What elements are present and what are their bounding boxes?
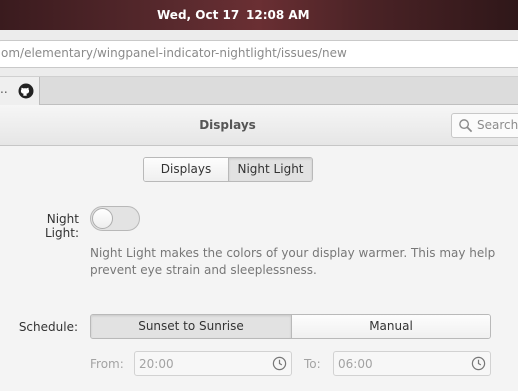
window-title: Displays: [199, 118, 256, 132]
github-icon: [18, 83, 34, 99]
browser-tab[interactable]: ..: [0, 77, 40, 105]
clock-icon: [471, 356, 486, 371]
from-label: From:: [90, 357, 124, 371]
panel-date[interactable]: Wed, Oct 17: [157, 8, 239, 22]
browser-toolbar: om/elementary/wingpanel-indicator-nightl…: [0, 30, 518, 77]
tab-strip: ..: [0, 77, 518, 105]
night-light-switch[interactable]: [90, 206, 140, 231]
panel-time[interactable]: 12:08 AM: [246, 8, 310, 22]
header-bar: Displays Search: [0, 105, 518, 146]
address-bar[interactable]: om/elementary/wingpanel-indicator-nightl…: [0, 40, 518, 68]
search-placeholder: Search: [477, 118, 518, 132]
schedule-manual[interactable]: Manual: [291, 315, 490, 338]
night-light-label: Night Light:: [45, 212, 79, 240]
to-time-value: 06:00: [338, 357, 373, 371]
from-time-value: 20:00: [139, 357, 174, 371]
schedule-sunset-to-sunrise[interactable]: Sunset to Sunrise: [91, 315, 291, 338]
to-label: To:: [304, 357, 321, 371]
switch-knob: [92, 208, 113, 229]
schedule-selector: Sunset to Sunrise Manual: [90, 314, 491, 339]
to-time-field[interactable]: 06:00: [333, 351, 491, 376]
tab-night-light[interactable]: Night Light: [228, 158, 312, 181]
night-light-description: Night Light makes the colors of your dis…: [90, 246, 496, 277]
schedule-label: Schedule:: [18, 320, 78, 334]
tab-title: ..: [0, 82, 8, 96]
tab-displays[interactable]: Displays: [144, 158, 228, 181]
clock-icon: [272, 356, 287, 371]
from-time-field[interactable]: 20:00: [134, 351, 292, 376]
top-panel: Wed, Oct 17 12:08 AM: [0, 0, 518, 30]
stack-switcher: Displays Night Light: [143, 157, 313, 182]
search-field[interactable]: Search: [451, 113, 518, 138]
search-icon: [459, 119, 473, 133]
